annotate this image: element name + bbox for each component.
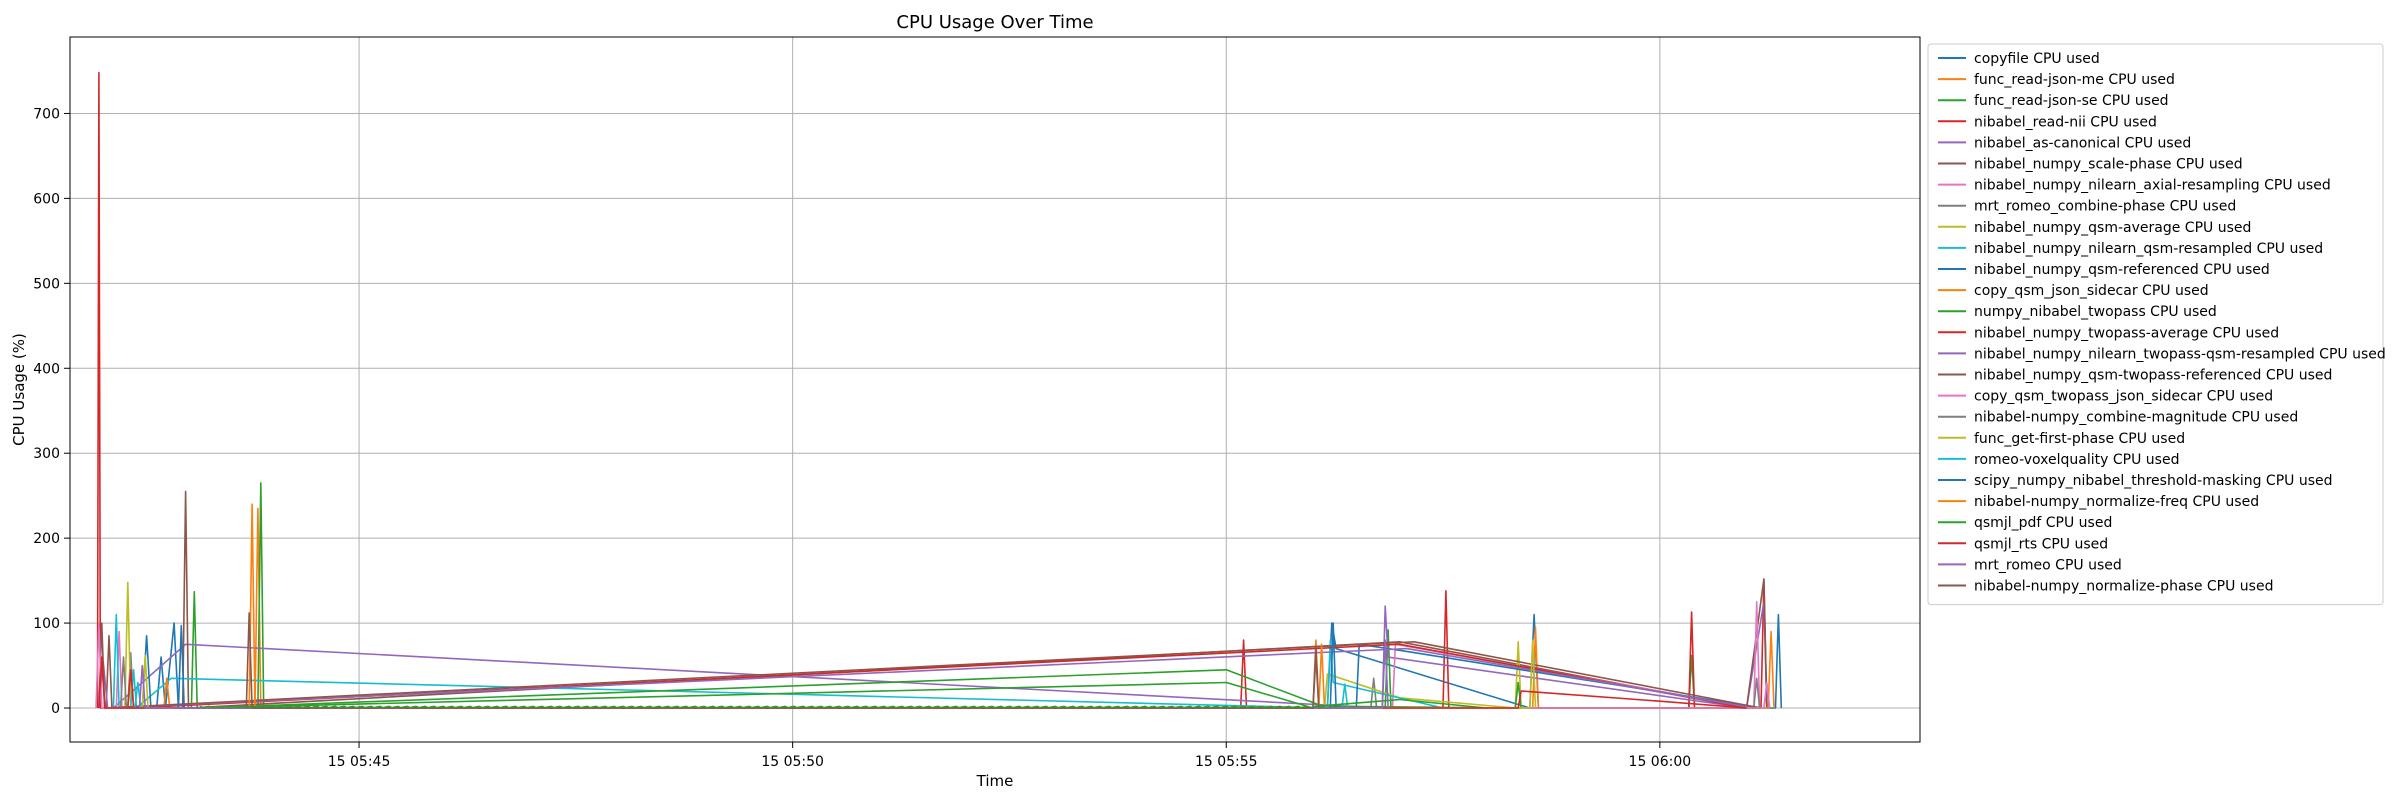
- legend-label: qsmjl_pdf CPU used: [1974, 515, 2112, 531]
- x-tick-label: 15 06:00: [1629, 754, 1692, 770]
- legend-label: nibabel-numpy_normalize-freq CPU used: [1974, 494, 2259, 510]
- legend-label: numpy_nibabel_twopass CPU used: [1974, 304, 2217, 320]
- legend-label: nibabel_numpy_qsm-average CPU used: [1974, 220, 2251, 236]
- x-tick-label: 15 05:55: [1195, 754, 1258, 770]
- series-line: [190, 482, 1696, 709]
- legend-label: nibabel-numpy_normalize-phase CPU used: [1974, 579, 2273, 595]
- plot-area-frame: [69, 36, 1921, 743]
- chart-title: CPU Usage Over Time: [896, 12, 1093, 33]
- legend-label: func_read-json-se CPU used: [1974, 93, 2169, 109]
- legend-label: copy_qsm_json_sidecar CPU used: [1974, 283, 2209, 299]
- legend-label: nibabel_numpy_nilearn_twopass-qsm-resamp…: [1974, 346, 2386, 362]
- legend-label: mrt_romeo_combine-phase CPU used: [1974, 199, 2236, 215]
- y-axis-ticks: 0 100 200 300 400 500 600 700: [33, 106, 70, 717]
- legend: copyfile CPU used func_read-json-me CPU u…: [1927, 43, 2386, 606]
- legend-label: nibabel_numpy_twopass-average CPU used: [1974, 325, 2279, 341]
- y-tick-label: 400: [33, 361, 60, 377]
- y-tick-label: 700: [33, 106, 60, 122]
- series-line: [124, 581, 1522, 709]
- legend-label: nibabel_numpy_nilearn_axial-resampling C…: [1974, 178, 2331, 194]
- legend-label: nibabel_numpy_qsm-referenced CPU used: [1974, 262, 2270, 278]
- y-axis-title: CPU Usage (%): [10, 333, 28, 446]
- y-tick-label: 300: [33, 446, 60, 462]
- legend-label: scipy_numpy_nibabel_threshold-masking CP…: [1974, 473, 2333, 489]
- y-tick-label: 100: [33, 616, 60, 632]
- legend-label: nibabel_numpy_qsm-twopass-referenced CPU…: [1974, 368, 2332, 384]
- legend-label: qsmjl_rts CPU used: [1974, 536, 2108, 552]
- legend-label: nibabel_read-nii CPU used: [1974, 114, 2157, 130]
- y-tick-label: 500: [33, 276, 60, 292]
- y-tick-label: 0: [51, 701, 60, 717]
- legend-label: nibabel-numpy_combine-magnitude CPU used: [1974, 410, 2298, 426]
- grid-lines: [70, 37, 1920, 742]
- series-line: [115, 600, 1761, 709]
- legend-label: romeo-voxelquality CPU used: [1974, 452, 2179, 468]
- legend-label: func_read-json-me CPU used: [1974, 72, 2175, 88]
- chart-root: CPU Usage Over Time 15 05:45 15 05:50 15 0…: [0, 0, 2400, 800]
- cpu-usage-chart: CPU Usage Over Time 15 05:45 15 05:50 15 0…: [10, 12, 2386, 790]
- legend-label: copyfile CPU used: [1974, 51, 2100, 67]
- legend-label: nibabel_as-canonical CPU used: [1974, 135, 2191, 151]
- legend-label: mrt_romeo CPU used: [1974, 557, 2122, 573]
- legend-label: nibabel_numpy_nilearn_qsm-resampled CPU …: [1974, 241, 2323, 257]
- x-axis-title: Time: [976, 772, 1014, 790]
- legend-label: nibabel_numpy_scale-phase CPU used: [1974, 157, 2243, 173]
- series-lines: [95, 71, 1783, 709]
- x-tick-label: 15 05:45: [328, 754, 391, 770]
- x-axis-ticks: 15 05:45 15 05:50 15 05:55 15 06:00: [328, 742, 1691, 770]
- legend-label: func_get-first-phase CPU used: [1974, 431, 2185, 447]
- y-tick-label: 600: [33, 191, 60, 207]
- series-line: [96, 71, 1768, 709]
- y-tick-label: 200: [33, 531, 60, 547]
- x-tick-label: 15 05:50: [761, 754, 824, 770]
- legend-label: copy_qsm_twopass_json_sidecar CPU used: [1974, 389, 2273, 405]
